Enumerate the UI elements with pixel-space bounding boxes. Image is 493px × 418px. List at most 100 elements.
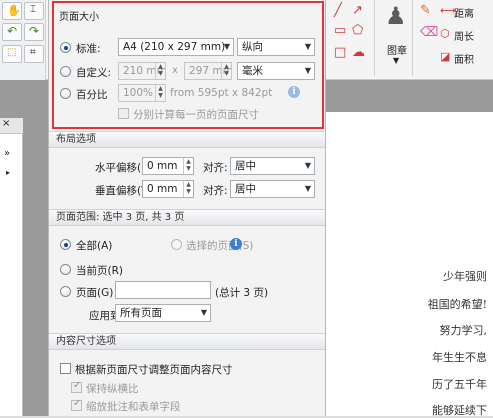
h-offset-value: 0 mm [147, 160, 178, 172]
perimeter-icon: ⬡ [440, 27, 450, 40]
eraser-icon[interactable]: ⌫ [420, 26, 438, 39]
chevron-down-icon: ▼ [304, 184, 311, 193]
square-tool-icon[interactable]: □ [334, 46, 346, 59]
navigation-pane [0, 118, 23, 416]
back-button[interactable]: ↶ [2, 23, 22, 41]
v-align-value: 居中 [235, 183, 256, 195]
info-icon[interactable]: i [288, 86, 300, 98]
stamp-icon[interactable]: ♟ [385, 4, 407, 28]
spinner-icon[interactable]: ▲ ▼ [155, 63, 165, 79]
orientation-value: 纵向 [242, 41, 263, 53]
v-align-select[interactable]: 居中 ▼ [230, 180, 315, 198]
hand-icon: ✋ [7, 4, 21, 17]
line-tool-icon[interactable]: ╱ [334, 4, 342, 17]
document-text-line: 年生生不息 [432, 351, 487, 364]
spinner-icon[interactable]: ▲ ▼ [183, 158, 193, 174]
area-icon: ◪ [440, 50, 451, 63]
percent-field[interactable]: 100% ▲ ▼ [118, 84, 166, 102]
info-icon[interactable]: i [230, 238, 242, 250]
apply-to-value: 所有页面 [120, 307, 162, 319]
page-size-title: 页面大小 [59, 12, 99, 23]
arrow-right-icon: ↷ [29, 24, 40, 38]
standard-label: 标准: [76, 43, 101, 55]
polygon-tool-icon[interactable]: ⬠ [352, 24, 363, 37]
h-offset-field[interactable]: 0 mm ▲ ▼ [142, 157, 194, 175]
each-page-checkbox[interactable] [118, 108, 129, 119]
unit-select[interactable]: 毫米 ▼ [237, 62, 315, 80]
distance-tool-label[interactable]: 距离 [454, 5, 474, 20]
selected-pages-label: 选择的页面(S) [186, 240, 254, 252]
standard-size-select[interactable]: A4 (210 x 297 mm) ▼ [118, 38, 234, 56]
area-tool-label[interactable]: 面积 [454, 51, 474, 66]
keep-ratio-checkbox[interactable] [71, 380, 82, 393]
select-tool-button[interactable]: ⌶ [24, 2, 44, 20]
dimension-separator: x [172, 65, 178, 76]
h-align-value: 居中 [235, 160, 256, 172]
resize-content-checkbox[interactable] [60, 363, 71, 374]
navigation-pane-header: × [0, 118, 23, 134]
page-range-section-header: 页面范围: 选中 3 页, 共 3 页 [49, 209, 325, 226]
chevron-down-icon: ▼ [304, 42, 311, 51]
percent-label: 百分比 [76, 89, 108, 101]
pages-input[interactable] [115, 281, 211, 299]
chevron-down-icon: ▼ [223, 42, 230, 51]
collapse-icon[interactable]: » [4, 148, 10, 159]
all-pages-radio[interactable] [60, 239, 71, 250]
perimeter-tool-label[interactable]: 周长 [454, 28, 474, 43]
custom-width-field[interactable]: 210 mm ▲ ▼ [118, 62, 166, 80]
pencil-icon[interactable]: ✎ [420, 4, 431, 17]
v-offset-value: 0 mm [147, 183, 178, 195]
cloud-tool-icon[interactable]: ☁ [352, 46, 365, 59]
orientation-select[interactable]: 纵向 ▼ [237, 38, 315, 56]
h-align-select[interactable]: 居中 ▼ [230, 157, 315, 175]
drawing-tools-group: ╱ ↗ ▭ ⬠ □ ☁ ♟ 图章 ▼ ✎ ⌫ ⟷ 距离 ⬡ 周长 ◪ 面积 [330, 0, 493, 80]
v-offset-field[interactable]: 0 mm ▲ ▼ [142, 180, 194, 198]
percent-radio[interactable] [60, 88, 71, 99]
apply-to-select[interactable]: 所有页面 ▼ [115, 304, 211, 322]
divider [374, 0, 375, 76]
pages-label: 页面(G) [76, 287, 114, 299]
spinner-icon[interactable]: ▲ ▼ [155, 85, 165, 101]
chevron-down-icon: ▼ [304, 66, 311, 75]
stamp-label[interactable]: 图章 [387, 42, 407, 57]
resize-content-label: 根据新页面尺寸调整页面内容尺寸 [75, 364, 233, 376]
spinner-icon[interactable]: ▲ ▼ [221, 63, 231, 79]
select-icon: ⌶ [30, 4, 36, 15]
custom-radio[interactable] [60, 66, 71, 77]
unit-value: 毫米 [242, 65, 263, 77]
quick-tools-strip: ✋ ⌶ ↶ ↷ ⬚ ⌗ [0, 0, 46, 80]
total-pages-text: (总计 3 页) [215, 287, 269, 299]
layout-section-header: 布局选项 [49, 131, 325, 148]
arrow-tool-icon[interactable]: ↗ [352, 4, 363, 17]
pages-radio[interactable] [60, 286, 71, 297]
current-page-label: 当前页(R) [76, 265, 123, 277]
crop-button[interactable]: ⌗ [24, 45, 44, 63]
chevron-down-icon: ▼ [304, 161, 311, 170]
snapshot-button[interactable]: ⬚ [2, 45, 22, 63]
hand-tool-button[interactable]: ✋ [2, 2, 22, 20]
forward-button[interactable]: ↷ [24, 23, 44, 41]
document-page: 少年强则 祖国的希望! 努力学习, 年生生不息 历了五千年 能够延续下 [326, 112, 493, 417]
scale-annots-label: 缩放批注和表单字段 [86, 401, 181, 413]
spinner-icon[interactable]: ▲ ▼ [183, 181, 193, 197]
crop-icon: ⌗ [30, 47, 36, 58]
custom-label: 自定义: [76, 67, 112, 79]
v-align-label: 对齐: [203, 185, 228, 197]
close-icon[interactable]: × [2, 118, 10, 129]
document-text-line: 努力学习, [439, 324, 488, 337]
scale-annots-checkbox[interactable] [71, 398, 82, 411]
rectangle-tool-icon[interactable]: ▭ [334, 24, 346, 37]
selected-pages-radio[interactable] [171, 239, 182, 250]
arrow-left-icon: ↶ [7, 24, 18, 38]
page-size-dialog: 页面大小 标准: A4 (210 x 297 mm) ▼ 纵向 ▼ 自定义: 2… [48, 0, 326, 416]
custom-height-field[interactable]: 297 mm ▲ ▼ [184, 62, 232, 80]
document-text-line: 少年强则 [443, 270, 487, 283]
expand-icon[interactable]: ▸ [6, 168, 10, 177]
document-text-line: 祖国的希望! [427, 298, 487, 311]
divider [412, 0, 413, 76]
standard-radio[interactable] [60, 42, 71, 53]
chevron-down-icon: ▼ [200, 308, 207, 317]
chevron-down-icon[interactable]: ▼ [393, 56, 399, 65]
current-page-radio[interactable] [60, 264, 71, 275]
h-align-label: 对齐: [203, 162, 228, 174]
